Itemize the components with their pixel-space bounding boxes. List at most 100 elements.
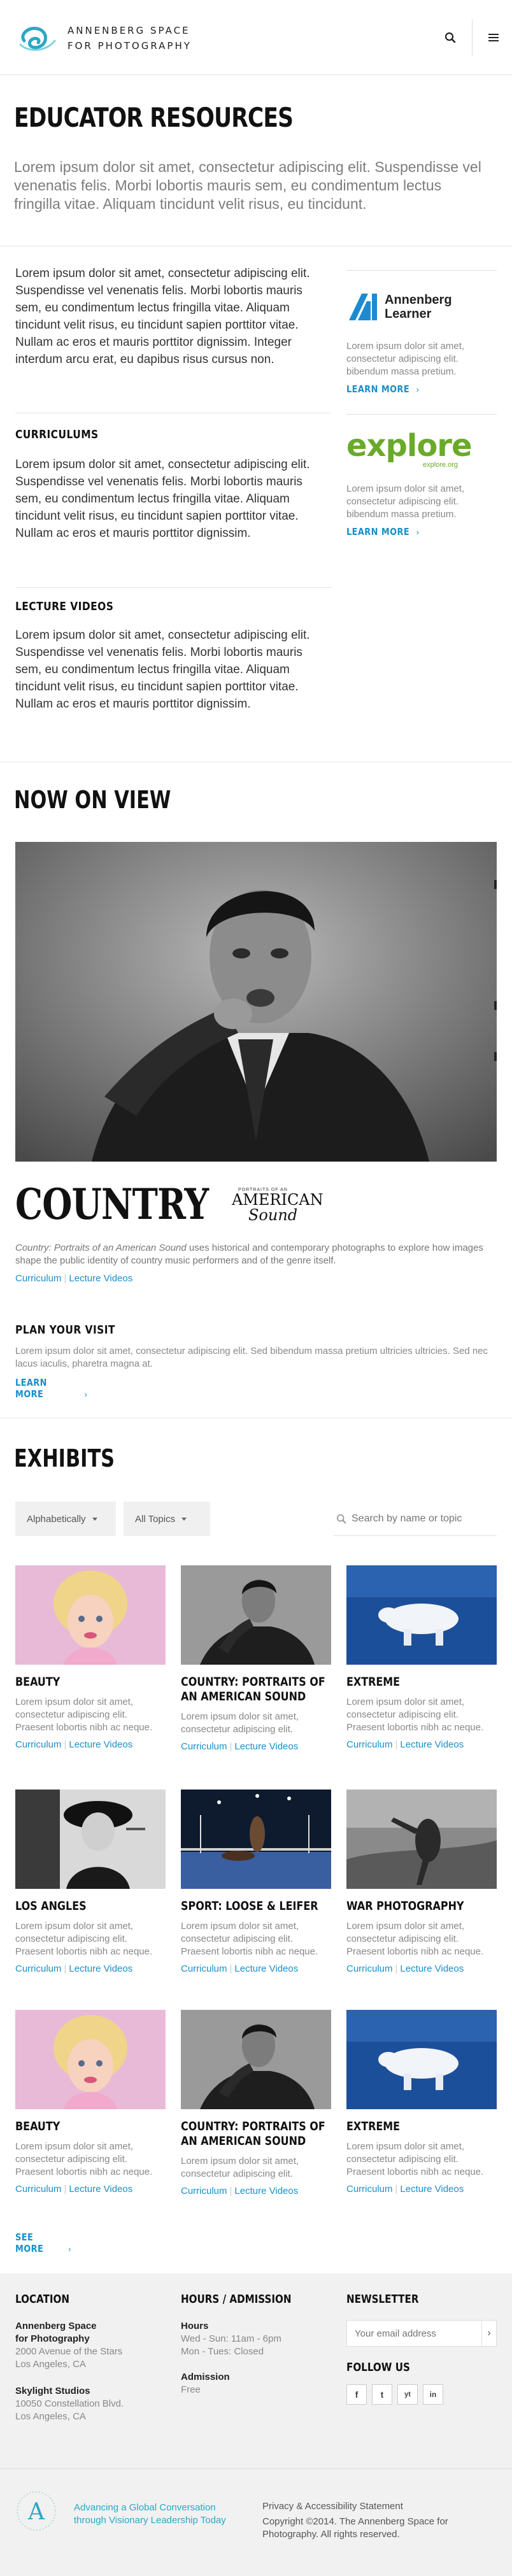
link-separator: | xyxy=(395,1739,398,1750)
learn-more-label: LEARN MORE xyxy=(346,526,410,537)
link-separator: | xyxy=(229,1963,232,1974)
exhibit-links: Curriculum | Lecture Videos xyxy=(181,2186,331,2196)
newsletter-submit-button[interactable]: › xyxy=(481,2321,496,2346)
newsletter-email-input[interactable] xyxy=(347,2328,481,2339)
exhibit-thumbnail[interactable] xyxy=(346,1565,497,1665)
curriculum-link[interactable]: Curriculum xyxy=(15,1963,62,1974)
learn-more-label: LEARN MORE xyxy=(346,383,410,395)
exhibit-thumbnail[interactable] xyxy=(181,2010,331,2109)
follow-us-heading: FOLLOW US xyxy=(346,2361,410,2374)
lecture-videos-link[interactable]: Lecture Videos xyxy=(69,1963,132,1974)
exhibit-card[interactable]: SPORT: LOOSE & LEIFER Lorem ipsum dolor … xyxy=(181,1790,331,1974)
explore-logo-word: explore xyxy=(346,428,473,464)
exhibit-card[interactable]: WAR PHOTOGRAPHY Lorem ipsum dolor sit am… xyxy=(346,1790,497,1974)
instagram-icon[interactable]: in xyxy=(423,2384,443,2405)
exhibit-thumbnail[interactable] xyxy=(181,1790,331,1889)
country-logo-word: COUNTRY xyxy=(15,1179,209,1229)
hours-line1: Wed - Sun: 11am - 6pm xyxy=(181,2333,281,2344)
explore-text: Lorem ipsum dolor sit amet, consectetur … xyxy=(346,483,465,520)
see-more-link[interactable]: SEE MORE › xyxy=(15,2231,72,2255)
learner-text: Lorem ipsum dolor sit amet, consectetur … xyxy=(346,341,465,377)
exhibit-title: SPORT: LOOSE & LEIFER xyxy=(181,1899,318,1913)
curriculum-link[interactable]: Curriculum xyxy=(15,2184,62,2195)
link-separator: | xyxy=(395,2184,398,2195)
now-on-view-hero-image[interactable] xyxy=(15,842,497,1162)
exhibit-thumbnail[interactable] xyxy=(15,1790,166,1889)
chevron-right-icon: › xyxy=(416,385,420,394)
curriculum-link[interactable]: Curriculum xyxy=(15,1273,62,1284)
footer-newsletter: NEWSLETTER › FOLLOW US f t yt in xyxy=(346,2293,497,2405)
explore-learn-more-link[interactable]: LEARN MORE › xyxy=(346,526,497,538)
exhibit-title: COUNTRY: PORTRAITS OF AN AMERICAN SOUND xyxy=(181,2119,325,2148)
plan-visit-learn-more-link[interactable]: LEARN MORE › xyxy=(15,1377,88,1400)
exhibit-card[interactable]: EXTREME Lorem ipsum dolor sit amet, cons… xyxy=(346,2010,497,2195)
learner-learn-more-link[interactable]: LEARN MORE › xyxy=(346,383,497,395)
newsletter-heading: NEWSLETTER xyxy=(346,2293,419,2306)
lecture-videos-link[interactable]: Lecture Videos xyxy=(400,1963,464,1974)
lecture-videos-link[interactable]: Lecture Videos xyxy=(234,1963,298,1974)
lecture-videos-link[interactable]: Lecture Videos xyxy=(234,2186,298,2196)
curriculum-link[interactable]: Curriculum xyxy=(346,1963,393,1974)
exhibit-thumbnail[interactable] xyxy=(15,1565,166,1665)
curriculum-link[interactable]: Curriculum xyxy=(181,1741,227,1752)
exhibit-links: Curriculum | Lecture Videos xyxy=(15,1963,166,1974)
exhibit-text: Lorem ipsum dolor sit amet, consectetur … xyxy=(15,1921,153,1957)
lecture-videos-link[interactable]: Lecture Videos xyxy=(234,1741,298,1752)
sort-dropdown[interactable]: Alphabetically xyxy=(15,1502,116,1536)
exhibit-text: Lorem ipsum dolor sit amet, consectetur … xyxy=(346,1921,484,1957)
link-separator: | xyxy=(64,2184,67,2195)
country-photo xyxy=(181,1565,331,1665)
lecture-videos-link[interactable]: Lecture Videos xyxy=(69,1739,132,1750)
facebook-icon[interactable]: f xyxy=(346,2384,367,2405)
learn-more-label: LEARN MORE xyxy=(15,1377,47,1400)
header-search-button[interactable] xyxy=(433,13,467,62)
venue1-addr2: Los Angeles, CA xyxy=(15,2359,86,2370)
curriculum-link[interactable]: Curriculum xyxy=(15,1739,62,1750)
copyright-text: Copyright ©2014. The Annenberg Space for… xyxy=(262,2516,448,2540)
lecture-videos-link[interactable]: Lecture Videos xyxy=(400,2184,464,2195)
extreme-photo xyxy=(346,1565,497,1665)
lecture-videos-link[interactable]: Lecture Videos xyxy=(69,1273,132,1284)
exhibit-thumbnail[interactable] xyxy=(346,1790,497,1889)
curriculum-link[interactable]: Curriculum xyxy=(181,1963,227,1974)
tagline-line1: Advancing a Global Conversation xyxy=(74,2502,216,2513)
exhibit-card[interactable]: LOS ANGLES Lorem ipsum dolor sit amet, c… xyxy=(15,1790,166,1974)
curriculum-link[interactable]: Curriculum xyxy=(181,2186,227,2196)
exhibit-thumbnail[interactable] xyxy=(346,2010,497,2109)
country-exhibit-logo[interactable]: COUNTRY PORTRAITS OF AN AMERICAN Sound xyxy=(15,1179,324,1229)
site-logo[interactable]: ANNENBERG SPACE FOR PHOTOGRAPHY xyxy=(15,22,192,55)
topic-dropdown[interactable]: All Topics xyxy=(124,1502,210,1536)
extreme-photo xyxy=(346,2010,497,2109)
exhibit-card[interactable]: EXTREME Lorem ipsum dolor sit amet, cons… xyxy=(346,1565,497,1750)
now-on-view-heading: NOW ON VIEW xyxy=(14,786,171,814)
see-more-label: SEE MORE xyxy=(15,2231,44,2254)
exhibit-links: Curriculum | Lecture Videos xyxy=(15,1739,166,1750)
exhibit-thumbnail[interactable] xyxy=(181,1565,331,1665)
learner-logo-icon xyxy=(349,294,377,320)
venue2-name: Skylight Studios xyxy=(15,2386,90,2396)
war-photo xyxy=(346,1790,497,1889)
youtube-icon[interactable]: yt xyxy=(397,2384,418,2405)
annenberg-learner-logo[interactable]: Annenberg Learner xyxy=(346,288,497,326)
chevron-down-icon xyxy=(92,1517,97,1521)
privacy-link[interactable]: Privacy & Accessibility Statement xyxy=(262,2501,403,2512)
page-title: EDUCATOR RESOURCES xyxy=(14,102,294,133)
exhibit-card[interactable]: COUNTRY: PORTRAITS OF AN AMERICAN SOUND … xyxy=(181,2010,331,2196)
exhibit-search-input[interactable] xyxy=(352,1512,492,1525)
explore-logo[interactable]: explore explore.org xyxy=(346,428,497,473)
twitter-icon[interactable]: t xyxy=(372,2384,392,2405)
exhibit-card[interactable]: COUNTRY: PORTRAITS OF AN AMERICAN SOUND … xyxy=(181,1565,331,1752)
country-logo-sound: Sound xyxy=(248,1206,298,1224)
lecture-videos-link[interactable]: Lecture Videos xyxy=(69,2184,132,2195)
exhibit-thumbnail[interactable] xyxy=(15,2010,166,2109)
lecture-videos-text: Lorem ipsum dolor sit amet, consectetur … xyxy=(15,629,310,711)
exhibit-card[interactable]: BEAUTY Lorem ipsum dolor sit amet, conse… xyxy=(15,2010,166,2195)
explore-logo-sub: explore.org xyxy=(423,461,459,469)
exhibit-card[interactable]: BEAUTY Lorem ipsum dolor sit amet, conse… xyxy=(15,1565,166,1750)
exhibit-links: Curriculum | Lecture Videos xyxy=(181,1741,331,1752)
curriculum-link[interactable]: Curriculum xyxy=(346,1739,393,1750)
exhibit-title: WAR PHOTOGRAPHY xyxy=(346,1899,464,1913)
lecture-videos-link[interactable]: Lecture Videos xyxy=(400,1739,464,1750)
header-menu-button[interactable] xyxy=(476,13,511,62)
curriculum-link[interactable]: Curriculum xyxy=(346,2184,393,2195)
